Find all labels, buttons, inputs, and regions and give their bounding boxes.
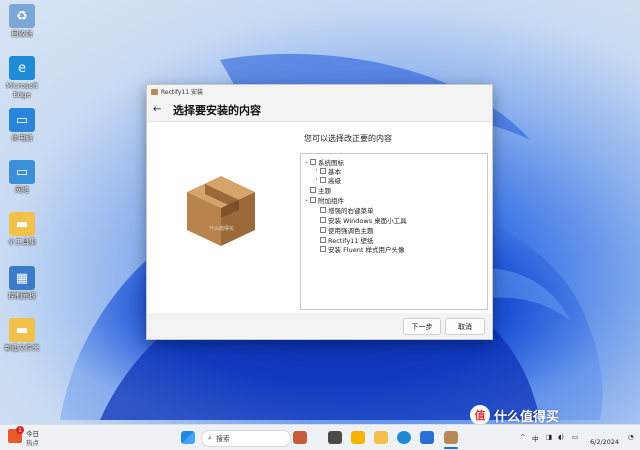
dialog-footer: 下一步 取消 <box>147 313 492 339</box>
tree-node-label: 使用强调色主题 <box>328 226 374 235</box>
recycle-bin-shortcut[interactable]: ♻ 回收站 <box>2 4 42 39</box>
news-badge: 1 <box>16 426 24 434</box>
news-subtitle: 热点 <box>26 439 39 447</box>
tree-node-label: 附加组件 <box>318 196 344 205</box>
volume-icon[interactable]: ◖) <box>558 433 564 441</box>
checkbox[interactable] <box>320 216 326 223</box>
watermark-text: 什么值得买 <box>209 225 234 232</box>
next-button[interactable]: 下一步 <box>403 318 441 335</box>
tree-node[interactable]: 安装 Windows 桌面小工具 <box>313 215 407 225</box>
tree-node[interactable]: 主题 <box>303 185 331 195</box>
network-shortcut[interactable]: ▭ 网络 <box>2 160 42 195</box>
dialog-titlebar[interactable]: Rectify11 安装 <box>147 85 492 98</box>
tree-node[interactable]: 增强的右键菜单 <box>313 205 374 215</box>
chevron-right-icon[interactable]: › <box>313 176 320 183</box>
dialog-header: ← 选择要安装的内容 <box>147 98 492 121</box>
tree-node[interactable]: 使用强调色主题 <box>313 225 374 235</box>
clock-date[interactable]: 6/2/2024 <box>590 438 619 446</box>
chevron-down-icon[interactable]: ⌄ <box>303 196 310 203</box>
store-icon[interactable] <box>420 431 434 444</box>
brand-logo-icon: 值 <box>470 405 490 425</box>
battery-icon[interactable]: ▭ <box>572 433 578 441</box>
recycle-bin-icon: ♻ <box>9 4 35 28</box>
input-method-icon[interactable]: 中 <box>532 433 539 443</box>
installer-dialog: Rectify11 安装 ← 选择要安装的内容 什么值得买 您可以选择改正要的内… <box>146 84 493 340</box>
app-icon[interactable] <box>351 431 365 444</box>
checkbox[interactable] <box>320 245 326 252</box>
widget-preview-icon[interactable] <box>293 431 307 444</box>
checkbox[interactable] <box>320 236 326 243</box>
installer-taskbar-icon[interactable] <box>444 431 458 444</box>
chevron-right-icon[interactable]: › <box>313 167 320 174</box>
new-folder-icon: ▬ <box>9 318 35 342</box>
tree-node-label: 安装 Fluent 样式用户头像 <box>328 245 405 254</box>
edge-taskbar-icon[interactable] <box>397 431 411 444</box>
desktop-icon-label: 控制面板 <box>8 292 36 300</box>
checkbox[interactable] <box>320 206 326 213</box>
tree-node[interactable]: 安装 Fluent 样式用户头像 <box>313 244 405 254</box>
search-box[interactable]: ⌕ 搜索 <box>201 430 291 447</box>
checkbox[interactable] <box>320 167 326 174</box>
rectify-app-icon <box>151 88 158 95</box>
checkbox[interactable] <box>320 176 326 183</box>
brand-watermark: 值 什么值得买 <box>470 404 640 426</box>
folder-icon: ▬ <box>9 212 35 236</box>
checkbox[interactable] <box>310 158 316 165</box>
brand-text: 什么值得买 <box>494 409 560 425</box>
back-arrow-icon[interactable]: ← <box>153 104 167 115</box>
network-tray-icon[interactable]: ◨ <box>546 433 552 441</box>
checkbox[interactable] <box>310 186 316 193</box>
component-tree[interactable]: ⌄ 系统图标 › 基本 › 高级 主题 ⌄ 附加组件 增强的右键菜单 安装 Windows 桌面小工… <box>300 153 488 310</box>
tree-node-label: 主题 <box>318 186 331 195</box>
page-title: 选择要安装的内容 <box>173 103 261 117</box>
file-explorer-icon[interactable] <box>374 431 388 444</box>
start-icon[interactable] <box>181 431 195 444</box>
control-panel-icon: ▦ <box>9 266 35 290</box>
task-view-icon[interactable] <box>328 431 342 444</box>
desktop-icon-label: 小工具集 <box>8 238 36 246</box>
package-box-icon: 什么值得买 <box>187 176 255 246</box>
tree-node[interactable]: › 高级 <box>313 175 341 185</box>
tree-node-label: 高级 <box>328 176 341 185</box>
checkbox[interactable] <box>320 226 326 233</box>
taskbar: 1 今日 热点 ⌕ 搜索 ^ 中 ◨ ◖) ▭ 6/2/2024 ◔ <box>0 424 640 450</box>
cancel-button[interactable]: 取消 <box>445 318 485 335</box>
dialog-body: 什么值得买 您可以选择改正要的内容 ⌄ 系统图标 › 基本 › 高级 主题 ⌄ 附加组件 增强的右… <box>147 121 492 314</box>
window-title: Rectify11 安装 <box>161 89 204 96</box>
search-placeholder: 搜索 <box>215 434 230 443</box>
network-icon: ▭ <box>9 160 35 184</box>
desktop-icon-label: 此电脑 <box>11 134 33 142</box>
desktop-icon-label: 回收站 <box>11 30 33 38</box>
this-pc-icon: ▭ <box>9 108 35 132</box>
notification-icon[interactable]: ◔ <box>628 433 634 441</box>
desktop-icon-label: Microsoft Edge <box>6 82 38 99</box>
edge-shortcut[interactable]: e Microsoft Edge <box>2 56 42 100</box>
desktop-icon-label: 新建文件夹 <box>4 344 40 352</box>
checkbox[interactable] <box>310 196 316 203</box>
tree-node[interactable]: ⌄ 附加组件 <box>303 195 344 205</box>
prompt-text: 您可以选择改正要的内容 <box>304 134 392 143</box>
desktop-icon-label: 网络 <box>15 186 29 194</box>
tray-chevron-icon[interactable]: ^ <box>520 433 525 441</box>
search-icon: ⌕ <box>208 434 212 442</box>
tree-node-label: 增强的右键菜单 <box>328 206 374 215</box>
this-pc-shortcut[interactable]: ▭ 此电脑 <box>2 108 42 143</box>
control-panel-shortcut[interactable]: ▦ 控制面板 <box>2 266 42 301</box>
folder-shortcut[interactable]: ▬ 小工具集 <box>2 212 42 247</box>
tree-node-label: 安装 Windows 桌面小工具 <box>328 216 407 225</box>
new-folder-shortcut[interactable]: ▬ 新建文件夹 <box>2 318 42 353</box>
chevron-down-icon[interactable]: ⌄ <box>303 158 310 165</box>
edge-icon: e <box>9 56 35 80</box>
